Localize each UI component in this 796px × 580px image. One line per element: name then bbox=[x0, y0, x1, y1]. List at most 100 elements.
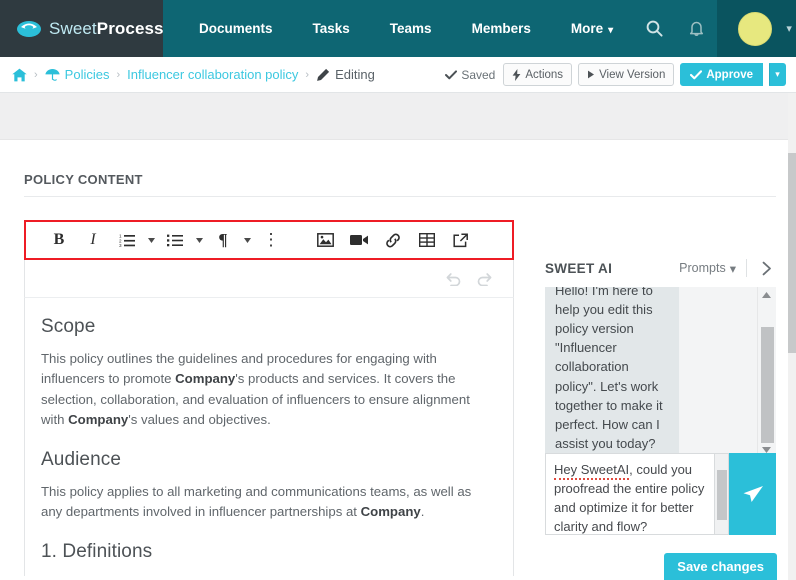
bell-icon[interactable] bbox=[675, 0, 717, 57]
input-scrollbar-thumb[interactable] bbox=[717, 470, 727, 520]
sweet-ai-panel: SWEET AI Prompts ▾ Hello! I'm here to he… bbox=[545, 255, 776, 575]
heading-definitions: 1. Definitions bbox=[41, 540, 153, 562]
ordered-list-icon: 1 2 3 bbox=[119, 233, 135, 247]
paragraph-format-button[interactable]: ¶ bbox=[206, 223, 240, 257]
check-icon bbox=[690, 69, 703, 80]
approve-dropdown-button[interactable]: ▾ bbox=[769, 63, 786, 86]
table-icon bbox=[419, 233, 435, 247]
chevron-down-icon bbox=[147, 237, 155, 243]
chat-scrollbar[interactable] bbox=[757, 287, 776, 457]
undo-icon[interactable] bbox=[445, 271, 462, 286]
heading-audience: Audience bbox=[41, 448, 122, 470]
save-changes-button[interactable]: Save changes bbox=[664, 553, 777, 580]
section-divider bbox=[24, 196, 776, 197]
page-scrollbar-thumb[interactable] bbox=[788, 153, 796, 353]
nav-more[interactable]: More ▾ bbox=[551, 0, 633, 57]
insert-link-button[interactable] bbox=[376, 223, 410, 257]
prompts-label: Prompts bbox=[679, 261, 726, 275]
brand-title-bold: Process bbox=[96, 18, 164, 38]
saved-status: Saved bbox=[445, 68, 495, 82]
umbrella-icon bbox=[45, 68, 60, 82]
page-scrollbar[interactable] bbox=[788, 93, 796, 580]
bold-icon: B bbox=[53, 231, 65, 248]
editor-history-bar bbox=[24, 260, 514, 298]
unordered-list-icon bbox=[167, 233, 183, 247]
audience-bold-1: Company bbox=[360, 504, 421, 520]
breadcrumb-editing: Editing bbox=[316, 67, 375, 82]
play-icon bbox=[587, 70, 595, 79]
header-divider bbox=[746, 259, 747, 277]
nav-tasks[interactable]: Tasks bbox=[293, 0, 370, 57]
bold-button[interactable]: B bbox=[42, 223, 76, 257]
scope-bold-1: Company bbox=[175, 371, 236, 387]
view-version-button[interactable]: View Version bbox=[578, 63, 675, 86]
app-root: SweetProcess Documents Tasks Teams Membe… bbox=[0, 0, 796, 580]
sweetprocess-logo-icon bbox=[16, 18, 42, 40]
more-options-button[interactable]: ⋮ bbox=[254, 223, 288, 257]
home-icon[interactable] bbox=[12, 68, 27, 82]
nav-teams-label: Teams bbox=[389, 21, 432, 36]
sweet-ai-message-input[interactable]: Hey SweetAI, could you proofread the ent… bbox=[545, 453, 715, 535]
pencil-icon bbox=[316, 68, 330, 82]
policy-document-body[interactable]: Scope This policy outlines the guideline… bbox=[24, 298, 514, 576]
triangle-up-icon[interactable] bbox=[762, 292, 771, 298]
saved-label: Saved bbox=[461, 67, 496, 82]
nav-members[interactable]: Members bbox=[452, 0, 551, 57]
user-avatar-menu[interactable]: ▾ bbox=[717, 0, 796, 57]
link-icon bbox=[385, 233, 401, 248]
paragraph-format-dropdown[interactable] bbox=[240, 223, 254, 257]
paragraph-scope: This policy outlines the guidelines and … bbox=[41, 349, 491, 431]
chevron-down-icon: ▾ bbox=[775, 69, 780, 79]
unordered-list-button[interactable] bbox=[158, 223, 192, 257]
redo-icon[interactable] bbox=[476, 271, 493, 286]
breadcrumb-separator: › bbox=[305, 68, 310, 81]
send-icon bbox=[742, 484, 764, 504]
chat-scrollbar-thumb[interactable] bbox=[761, 327, 774, 443]
brand-title: SweetProcess bbox=[49, 19, 164, 39]
nav-teams[interactable]: Teams bbox=[370, 0, 452, 57]
insert-embed-button[interactable] bbox=[444, 223, 478, 257]
actions-button[interactable]: Actions bbox=[503, 63, 573, 86]
insert-image-button[interactable] bbox=[308, 223, 342, 257]
svg-text:3: 3 bbox=[119, 243, 122, 247]
breadcrumb-actions: Saved Actions View Version Approve ▾ bbox=[445, 63, 786, 86]
insert-table-button[interactable] bbox=[410, 223, 444, 257]
scope-text-3: 's values and objectives. bbox=[128, 412, 271, 428]
paragraph-icon: ¶ bbox=[218, 230, 228, 249]
approve-button[interactable]: Approve bbox=[680, 63, 763, 86]
avatar bbox=[738, 11, 773, 46]
sweet-ai-chat-log[interactable]: Hello! I'm here to help you edit this po… bbox=[545, 287, 776, 457]
send-message-button[interactable] bbox=[729, 453, 776, 535]
breadcrumb-bar: › Policies › Influencer collaboration po… bbox=[0, 57, 796, 93]
nav-more-label: More bbox=[570, 21, 604, 36]
chevron-down-icon: ▾ bbox=[786, 23, 792, 35]
breadcrumb-editing-label: Editing bbox=[335, 67, 375, 82]
chevron-down-icon: ▾ bbox=[608, 25, 614, 36]
nav-documents[interactable]: Documents bbox=[179, 0, 293, 57]
editor-toolbar: B I 1 2 3 ¶ ⋮ bbox=[24, 220, 514, 260]
insert-video-button[interactable] bbox=[342, 223, 376, 257]
ordered-list-dropdown[interactable] bbox=[144, 223, 158, 257]
brand-logo-area[interactable]: SweetProcess bbox=[0, 0, 164, 57]
secondary-toolbar-band bbox=[0, 93, 796, 140]
ordered-list-button[interactable]: 1 2 3 bbox=[110, 223, 144, 257]
embed-icon bbox=[453, 232, 469, 248]
breadcrumb-policy-label: Influencer collaboration policy bbox=[127, 67, 299, 82]
nav-right-actions: ▾ bbox=[633, 0, 796, 57]
chevron-right-icon[interactable] bbox=[757, 261, 776, 276]
breadcrumb-policies[interactable]: Policies bbox=[45, 67, 109, 82]
italic-button[interactable]: I bbox=[76, 223, 110, 257]
chevron-down-icon bbox=[243, 237, 251, 243]
image-icon bbox=[316, 233, 334, 247]
search-icon[interactable] bbox=[633, 0, 675, 57]
chevron-down-icon bbox=[195, 237, 203, 243]
input-scrollbar[interactable] bbox=[715, 453, 729, 535]
breadcrumb: › Policies › Influencer collaboration po… bbox=[12, 67, 445, 82]
policy-editor: B I 1 2 3 ¶ ⋮ Scope This policy outlines… bbox=[24, 220, 514, 580]
breadcrumb-policy[interactable]: Influencer collaboration policy bbox=[127, 67, 298, 82]
prompts-dropdown[interactable]: Prompts ▾ bbox=[679, 261, 736, 276]
input-value-part1: Hey SweetAI bbox=[554, 462, 630, 480]
actions-label: Actions bbox=[525, 68, 564, 81]
sweet-ai-title: SWEET AI bbox=[545, 260, 613, 276]
unordered-list-dropdown[interactable] bbox=[192, 223, 206, 257]
